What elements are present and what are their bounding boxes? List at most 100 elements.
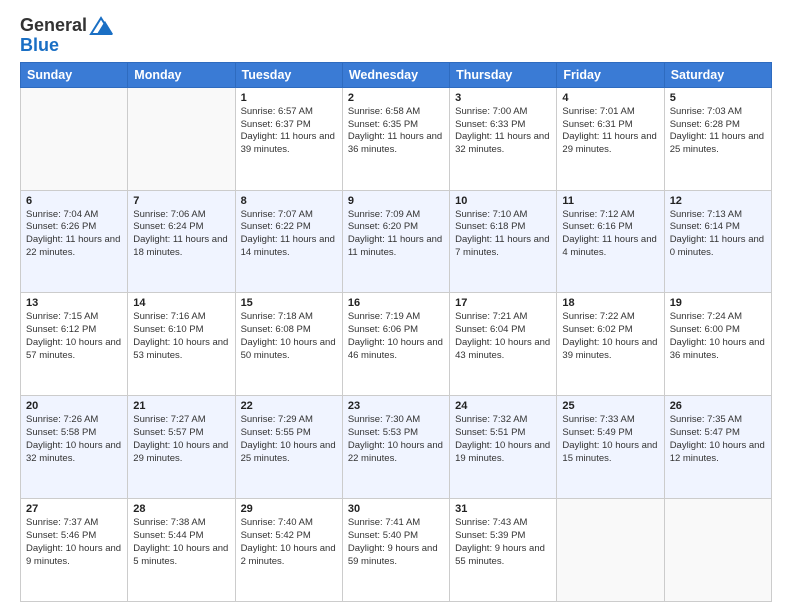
day-number: 4 xyxy=(562,92,658,104)
day-number: 29 xyxy=(241,503,337,515)
day-number: 31 xyxy=(455,503,551,515)
day-number: 28 xyxy=(133,503,229,515)
calendar-cell xyxy=(557,499,664,602)
day-info: Sunrise: 7:07 AM Sunset: 6:22 PM Dayligh… xyxy=(241,209,337,260)
calendar-table: SundayMondayTuesdayWednesdayThursdayFrid… xyxy=(20,62,772,602)
day-info: Sunrise: 7:04 AM Sunset: 6:26 PM Dayligh… xyxy=(26,209,122,260)
calendar-cell: 17 Sunrise: 7:21 AM Sunset: 6:04 PM Dayli… xyxy=(450,293,557,396)
calendar-cell: 4 Sunrise: 7:01 AM Sunset: 6:31 PM Daylig… xyxy=(557,87,664,190)
day-info: Sunrise: 7:43 AM Sunset: 5:39 PM Dayligh… xyxy=(455,517,551,568)
day-info: Sunrise: 7:09 AM Sunset: 6:20 PM Dayligh… xyxy=(348,209,444,260)
calendar-cell: 8 Sunrise: 7:07 AM Sunset: 6:22 PM Daylig… xyxy=(235,190,342,293)
calendar-cell: 14Sunrise: 7:16 AM Sunset: 6:10 PM Dayli… xyxy=(128,293,235,396)
calendar-week-row: 20 Sunrise: 7:26 AM Sunset: 5:58 PM Dayli… xyxy=(21,396,772,499)
calendar-cell: 23 Sunrise: 7:30 AM Sunset: 5:53 PM Dayli… xyxy=(342,396,449,499)
day-number: 17 xyxy=(455,297,551,309)
calendar-cell: 9Sunrise: 7:09 AM Sunset: 6:20 PM Daylig… xyxy=(342,190,449,293)
logo: GeneralBlue xyxy=(20,16,115,56)
day-info: Sunrise: 7:10 AM Sunset: 6:18 PM Dayligh… xyxy=(455,209,551,260)
calendar-week-row: 6 Sunrise: 7:04 AM Sunset: 6:26 PM Daylig… xyxy=(21,190,772,293)
page: GeneralBlue SundayMondayTuesdayWednesday… xyxy=(0,0,792,612)
calendar-week-row: 1Sunrise: 6:57 AM Sunset: 6:37 PM Daylig… xyxy=(21,87,772,190)
day-number: 24 xyxy=(455,400,551,412)
calendar-cell: 25 Sunrise: 7:33 AM Sunset: 5:49 PM Dayli… xyxy=(557,396,664,499)
calendar-cell: 18 Sunrise: 7:22 AM Sunset: 6:02 PM Dayli… xyxy=(557,293,664,396)
calendar-cell xyxy=(664,499,771,602)
calendar-cell: 29 Sunrise: 7:40 AM Sunset: 5:42 PM Dayli… xyxy=(235,499,342,602)
day-number: 2 xyxy=(348,92,444,104)
calendar-cell: 5Sunrise: 7:03 AM Sunset: 6:28 PM Daylig… xyxy=(664,87,771,190)
calendar-cell xyxy=(128,87,235,190)
day-number: 20 xyxy=(26,400,122,412)
day-number: 25 xyxy=(562,400,658,412)
day-info: Sunrise: 7:41 AM Sunset: 5:40 PM Dayligh… xyxy=(348,517,444,568)
calendar-header-thursday: Thursday xyxy=(450,62,557,87)
day-number: 21 xyxy=(133,400,229,412)
calendar-cell: 31 Sunrise: 7:43 AM Sunset: 5:39 PM Dayli… xyxy=(450,499,557,602)
calendar-header-tuesday: Tuesday xyxy=(235,62,342,87)
day-info: Sunrise: 6:57 AM Sunset: 6:37 PM Dayligh… xyxy=(241,106,337,157)
day-info: Sunrise: 7:12 AM Sunset: 6:16 PM Dayligh… xyxy=(562,209,658,260)
day-number: 13 xyxy=(26,297,122,309)
day-number: 27 xyxy=(26,503,122,515)
calendar-header-friday: Friday xyxy=(557,62,664,87)
day-number: 7 xyxy=(133,195,229,207)
calendar-cell: 1Sunrise: 6:57 AM Sunset: 6:37 PM Daylig… xyxy=(235,87,342,190)
calendar-cell: 30 Sunrise: 7:41 AM Sunset: 5:40 PM Dayli… xyxy=(342,499,449,602)
day-info: Sunrise: 7:13 AM Sunset: 6:14 PM Dayligh… xyxy=(670,209,766,260)
header: GeneralBlue xyxy=(20,16,772,56)
day-info: Sunrise: 7:26 AM Sunset: 5:58 PM Dayligh… xyxy=(26,414,122,465)
day-info: Sunrise: 7:19 AM Sunset: 6:06 PM Dayligh… xyxy=(348,311,444,362)
day-info: Sunrise: 7:15 AM Sunset: 6:12 PM Dayligh… xyxy=(26,311,122,362)
calendar-cell: 11 Sunrise: 7:12 AM Sunset: 6:16 PM Dayli… xyxy=(557,190,664,293)
calendar-cell: 26 Sunrise: 7:35 AM Sunset: 5:47 PM Dayli… xyxy=(664,396,771,499)
day-info: Sunrise: 7:21 AM Sunset: 6:04 PM Dayligh… xyxy=(455,311,551,362)
day-info: Sunrise: 7:22 AM Sunset: 6:02 PM Dayligh… xyxy=(562,311,658,362)
day-number: 8 xyxy=(241,195,337,207)
calendar-header-wednesday: Wednesday xyxy=(342,62,449,87)
calendar-week-row: 27 Sunrise: 7:37 AM Sunset: 5:46 PM Dayli… xyxy=(21,499,772,602)
day-info: Sunrise: 7:27 AM Sunset: 5:57 PM Dayligh… xyxy=(133,414,229,465)
calendar-header-row: SundayMondayTuesdayWednesdayThursdayFrid… xyxy=(21,62,772,87)
day-number: 12 xyxy=(670,195,766,207)
logo-area: GeneralBlue xyxy=(20,16,115,56)
day-info: Sunrise: 7:30 AM Sunset: 5:53 PM Dayligh… xyxy=(348,414,444,465)
calendar-cell xyxy=(21,87,128,190)
day-info: Sunrise: 7:01 AM Sunset: 6:31 PM Dayligh… xyxy=(562,106,658,157)
logo-general-text: General xyxy=(20,16,87,36)
day-info: Sunrise: 7:35 AM Sunset: 5:47 PM Dayligh… xyxy=(670,414,766,465)
day-info: Sunrise: 7:18 AM Sunset: 6:08 PM Dayligh… xyxy=(241,311,337,362)
day-number: 14 xyxy=(133,297,229,309)
calendar-header-monday: Monday xyxy=(128,62,235,87)
calendar-cell: 24 Sunrise: 7:32 AM Sunset: 5:51 PM Dayli… xyxy=(450,396,557,499)
calendar-cell: 19Sunrise: 7:24 AM Sunset: 6:00 PM Dayli… xyxy=(664,293,771,396)
day-info: Sunrise: 6:58 AM Sunset: 6:35 PM Dayligh… xyxy=(348,106,444,157)
day-number: 26 xyxy=(670,400,766,412)
day-number: 22 xyxy=(241,400,337,412)
day-info: Sunrise: 7:00 AM Sunset: 6:33 PM Dayligh… xyxy=(455,106,551,157)
logo-triangle-icon xyxy=(87,16,115,36)
calendar-cell: 27 Sunrise: 7:37 AM Sunset: 5:46 PM Dayli… xyxy=(21,499,128,602)
logo-blue-text: Blue xyxy=(20,36,59,56)
day-number: 30 xyxy=(348,503,444,515)
calendar-cell: 15 Sunrise: 7:18 AM Sunset: 6:08 PM Dayli… xyxy=(235,293,342,396)
day-info: Sunrise: 7:33 AM Sunset: 5:49 PM Dayligh… xyxy=(562,414,658,465)
day-number: 6 xyxy=(26,195,122,207)
calendar-cell: 13 Sunrise: 7:15 AM Sunset: 6:12 PM Dayli… xyxy=(21,293,128,396)
day-number: 3 xyxy=(455,92,551,104)
calendar-cell: 3 Sunrise: 7:00 AM Sunset: 6:33 PM Daylig… xyxy=(450,87,557,190)
day-number: 19 xyxy=(670,297,766,309)
day-info: Sunrise: 7:32 AM Sunset: 5:51 PM Dayligh… xyxy=(455,414,551,465)
calendar-cell: 7Sunrise: 7:06 AM Sunset: 6:24 PM Daylig… xyxy=(128,190,235,293)
calendar-cell: 22Sunrise: 7:29 AM Sunset: 5:55 PM Dayli… xyxy=(235,396,342,499)
day-info: Sunrise: 7:40 AM Sunset: 5:42 PM Dayligh… xyxy=(241,517,337,568)
calendar-cell: 10Sunrise: 7:10 AM Sunset: 6:18 PM Dayli… xyxy=(450,190,557,293)
day-info: Sunrise: 7:37 AM Sunset: 5:46 PM Dayligh… xyxy=(26,517,122,568)
calendar-cell: 28Sunrise: 7:38 AM Sunset: 5:44 PM Dayli… xyxy=(128,499,235,602)
calendar-header-sunday: Sunday xyxy=(21,62,128,87)
day-number: 23 xyxy=(348,400,444,412)
day-number: 15 xyxy=(241,297,337,309)
calendar-cell: 21 Sunrise: 7:27 AM Sunset: 5:57 PM Dayli… xyxy=(128,396,235,499)
day-number: 11 xyxy=(562,195,658,207)
day-number: 18 xyxy=(562,297,658,309)
